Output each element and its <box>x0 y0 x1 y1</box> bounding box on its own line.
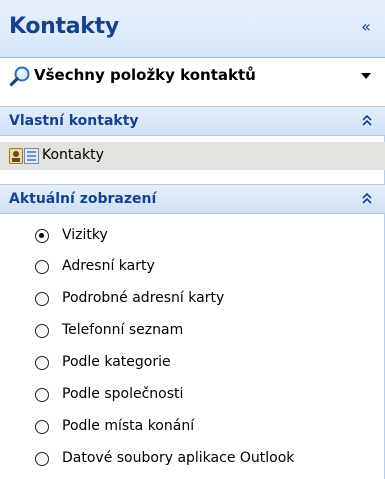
radio-button[interactable] <box>35 229 49 243</box>
view-option-label: Telefonní seznam <box>62 322 184 338</box>
section-header-my-contacts[interactable]: Vlastní kontakty <box>0 106 385 136</box>
double-chevron-up-icon[interactable] <box>361 114 373 128</box>
radio-button[interactable] <box>35 324 49 338</box>
double-chevron-up-icon[interactable] <box>361 192 373 206</box>
view-option-datove-soubory[interactable]: Datové soubory aplikace Outlook <box>0 445 385 474</box>
magnifier-icon <box>9 66 30 87</box>
section-header-current-view[interactable]: Aktuální zobrazení <box>0 184 385 214</box>
view-option-label: Adresní karty <box>62 258 155 274</box>
view-option-label: Podle společnosti <box>62 386 184 402</box>
view-option-telefonni-seznam[interactable]: Telefonní seznam <box>0 317 385 346</box>
radio-button[interactable] <box>35 420 49 434</box>
view-option-vizitky[interactable]: Vizitky <box>0 222 385 251</box>
view-option-label: Podrobné adresní karty <box>62 290 225 306</box>
folder-item-kontakty[interactable]: Kontakty <box>0 142 385 170</box>
folder-label: Kontakty <box>42 147 104 163</box>
navigation-pane: Kontakty « Všechny položky kontaktů Vlas… <box>0 0 385 479</box>
section-title: Aktuální zobrazení <box>9 191 157 207</box>
pane-title: Kontakty <box>9 14 119 39</box>
view-option-podle-spolecnosti[interactable]: Podle společnosti <box>0 381 385 410</box>
view-option-podrobne-adresni-karty[interactable]: Podrobné adresní karty <box>0 285 385 314</box>
radio-button[interactable] <box>35 452 49 466</box>
radio-button[interactable] <box>35 292 49 306</box>
contact-card-icon <box>9 148 39 164</box>
view-option-label: Vizitky <box>62 227 108 243</box>
view-option-label: Podle místa konání <box>62 418 195 434</box>
radio-button[interactable] <box>35 260 49 274</box>
section-title: Vlastní kontakty <box>9 113 139 129</box>
view-option-podle-kategorie[interactable]: Podle kategorie <box>0 349 385 378</box>
selector-label: Všechny položky kontaktů <box>34 66 256 84</box>
radio-button[interactable] <box>35 388 49 402</box>
view-option-label: Datové soubory aplikace Outlook <box>62 450 295 466</box>
dropdown-arrow-icon[interactable] <box>361 72 371 80</box>
contact-view-selector[interactable]: Všechny položky kontaktů <box>0 58 385 106</box>
view-option-label: Podle kategorie <box>62 354 171 370</box>
pane-header: Kontakty « <box>0 0 385 58</box>
view-option-adresni-karty[interactable]: Adresní karty <box>0 253 385 282</box>
radio-button[interactable] <box>35 356 49 370</box>
collapse-pane-icon[interactable]: « <box>357 18 375 36</box>
view-option-podle-mista-konani[interactable]: Podle místa konání <box>0 413 385 442</box>
